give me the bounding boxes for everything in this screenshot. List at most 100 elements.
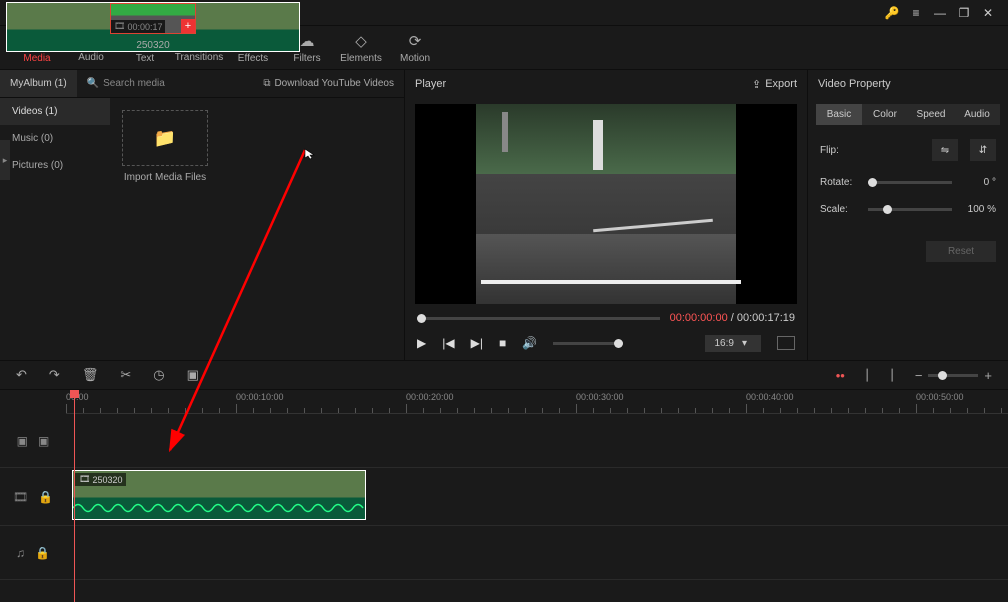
zoom-in-button[interactable]: +	[984, 368, 992, 383]
aspect-select[interactable]: 16:9 ▾	[705, 335, 762, 352]
elements-icon: ◇	[355, 32, 367, 50]
search-media[interactable]: 🔍 Search media	[77, 78, 254, 89]
prev-frame-button[interactable]: |◀	[442, 336, 454, 350]
rotate-label: Rotate:	[820, 177, 860, 188]
import-media-label: Import Media Files	[124, 172, 206, 183]
scale-slider[interactable]	[868, 208, 952, 211]
preview-screen[interactable]	[415, 104, 797, 304]
tool-motion[interactable]: ⟳ Motion	[388, 32, 442, 64]
tab-color[interactable]: Color	[862, 104, 908, 125]
time-ruler[interactable]: 00:0000:00:10:0000:00:20:0000:00:30:0000…	[66, 390, 1008, 414]
export-label: Export	[765, 78, 797, 90]
crop-button[interactable]: ▣	[187, 367, 199, 383]
album-tab[interactable]: MyAlbum (1)	[0, 70, 77, 97]
clip-duration-badge: 🎞00:00:17	[111, 20, 165, 33]
tool-motion-label: Motion	[400, 53, 430, 64]
fit-button[interactable]: ⎸⎹	[867, 367, 893, 383]
filters-icon: ☁	[300, 32, 315, 50]
music-track-icon: ♫	[16, 546, 25, 560]
tab-basic[interactable]: Basic	[816, 104, 862, 125]
media-categories: Videos (1) Music (0) Pictures (0)	[0, 98, 110, 360]
timeline-clip[interactable]: 🎞250320	[72, 470, 366, 520]
export-icon: ⇪	[752, 78, 761, 91]
cat-videos[interactable]: Videos (1)	[0, 98, 110, 125]
tab-audio[interactable]: Audio	[954, 104, 1000, 125]
playhead[interactable]	[74, 390, 75, 602]
license-key-icon[interactable]: 🔑	[880, 1, 904, 25]
stop-button[interactable]: ■	[499, 336, 506, 350]
motion-icon: ⟳	[409, 32, 422, 50]
lock-icon[interactable]: 🔒	[35, 546, 50, 560]
time-total: 00:00:17:19	[737, 312, 795, 324]
tab-speed[interactable]: Speed	[908, 104, 954, 125]
lock-icon[interactable]: 🔒	[38, 490, 53, 504]
video-property-panel: Video Property Basic Color Speed Audio F…	[808, 70, 1008, 360]
film-icon: 🎞	[114, 21, 125, 32]
film-icon: 🎞	[79, 474, 90, 485]
add-clip-button[interactable]: +	[181, 19, 195, 33]
tool-audio-label: Audio	[78, 52, 104, 63]
import-media-tile[interactable]: 📁 Import Media Files	[122, 110, 208, 183]
timeline: 00:0000:00:10:0000:00:20:0000:00:30:0000…	[0, 390, 1008, 602]
tool-elements-label: Elements	[340, 53, 382, 64]
scale-label: Scale:	[820, 204, 860, 215]
audio-track[interactable]: ♫🔒	[0, 526, 1008, 580]
menu-icon[interactable]: ≡	[904, 1, 928, 25]
cat-pictures[interactable]: Pictures (0)	[0, 152, 110, 179]
media-clip-thumb[interactable]: 🎞00:00:17 + 250320	[6, 2, 300, 52]
overlay-track-icon-2: ▣	[38, 434, 49, 448]
player-panel: Player ⇪Export 00:00:00:00 / 00:00:17:19…	[405, 70, 808, 360]
reset-button[interactable]: Reset	[926, 241, 996, 262]
aspect-value: 16:9	[715, 338, 734, 349]
rotate-value: 0 °	[960, 177, 996, 188]
tool-filters-label: Filters	[293, 53, 320, 64]
export-button[interactable]: ⇪ Export	[752, 78, 797, 91]
search-icon: 🔍	[87, 78, 99, 89]
redo-button[interactable]: ↷	[49, 367, 60, 383]
video-track-icon: 🎞	[13, 490, 28, 504]
volume-icon[interactable]: 🔊	[522, 336, 537, 350]
close-icon[interactable]: ✕	[976, 1, 1000, 25]
video-track[interactable]: 🎞🔒 🎞250320	[0, 468, 1008, 526]
tool-effects-label: Effects	[238, 53, 268, 64]
player-title: Player	[415, 78, 446, 90]
props-title: Video Property	[808, 70, 1008, 98]
cat-music[interactable]: Music (0)	[0, 125, 110, 152]
flip-label: Flip:	[820, 145, 860, 156]
scale-value: 100 %	[960, 204, 996, 215]
timeline-toolbar: ↶ ↷ 🗑 ✂ ◷ ▣ •• ⎸⎹ − +	[0, 360, 1008, 390]
minimize-icon[interactable]: —	[928, 1, 952, 25]
fullscreen-button[interactable]	[777, 336, 795, 350]
undo-button[interactable]: ↶	[16, 367, 27, 383]
download-icon: ⧉	[263, 78, 270, 89]
next-frame-button[interactable]: ▶|	[471, 336, 483, 350]
tool-elements[interactable]: ◇ Elements	[334, 32, 388, 64]
download-youtube-label: Download YouTube Videos	[274, 78, 394, 89]
tool-media-label: Media	[23, 53, 50, 64]
timeline-clip-label: 250320	[92, 475, 122, 485]
volume-slider[interactable]	[553, 342, 623, 345]
flip-vertical-button[interactable]: ⇵	[970, 139, 996, 161]
zoom-slider[interactable]	[928, 374, 978, 377]
delete-button[interactable]: 🗑	[82, 367, 99, 383]
overlay-track-icon: ▣	[17, 434, 28, 448]
zoom-out-button[interactable]: −	[915, 368, 923, 383]
split-button[interactable]: ✂	[120, 367, 131, 383]
tool-text-label: Text	[136, 53, 154, 64]
speed-button[interactable]: ◷	[153, 367, 164, 383]
flip-horizontal-button[interactable]: ⇋	[932, 139, 958, 161]
marker-button[interactable]: ••	[836, 368, 845, 383]
rotate-slider[interactable]	[868, 181, 952, 184]
download-youtube-button[interactable]: ⧉ Download YouTube Videos	[253, 78, 404, 89]
seek-bar[interactable]	[417, 317, 660, 320]
panel-expand-handle[interactable]: ▸	[0, 140, 10, 180]
chevron-down-icon: ▾	[742, 338, 747, 349]
clip-name: 250320	[136, 40, 169, 51]
play-button[interactable]: ▶	[417, 336, 426, 350]
clip-duration: 00:00:17	[127, 22, 162, 32]
time-current: 00:00:00:00	[670, 312, 728, 324]
search-placeholder: Search media	[103, 78, 165, 89]
tool-transitions-label: Transitions	[175, 52, 224, 63]
folder-icon: 📁	[154, 128, 176, 149]
maximize-icon[interactable]: ❐	[952, 1, 976, 25]
